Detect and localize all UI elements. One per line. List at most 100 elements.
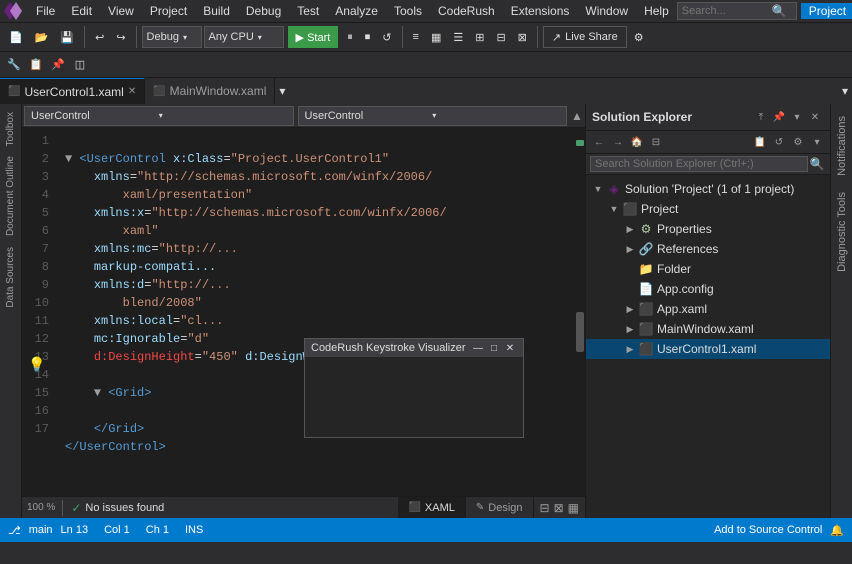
se-search-row: 🔍 [586,154,830,175]
toolbar-btn2[interactable]: ▦ [426,25,446,49]
menu-analyze[interactable]: Analyze [327,2,386,20]
se-titlebar: Solution Explorer ⤒ 📌 ▾ ✕ [586,104,830,131]
tab-label-2: MainWindow.xaml [170,84,267,98]
se-close-button[interactable]: ✕ [806,108,824,126]
source-control-label[interactable]: Add to Source Control [714,524,822,536]
document-outline-icon[interactable]: Document Outline [3,152,18,240]
tab-usercontrol1[interactable]: ⬛ UserControl1.xaml ✕ [0,78,145,104]
tab-xaml[interactable]: ⬛ XAML [398,497,465,519]
project-badge: Project [801,3,852,19]
menu-build[interactable]: Build [195,2,238,20]
redo-button[interactable]: ↪ [111,25,130,49]
notifications-label[interactable]: Notifications [834,108,850,184]
tree-references[interactable]: ▶ 🔗 References [586,239,830,259]
pause-button[interactable]: ⏸ [342,25,358,49]
start-button[interactable]: ▶ Start [288,26,339,48]
class-dropdown-value: UserControl [31,110,159,122]
split-horizontal-button[interactable]: ⊟ [540,501,550,515]
tab-mainwindow[interactable]: ⬛ MainWindow.xaml [145,78,275,104]
menu-window[interactable]: Window [577,2,636,20]
tree-project[interactable]: ▼ ⬛ Project [586,199,830,219]
vertical-scrollbar[interactable] [575,128,585,496]
properties-button[interactable]: 📋 [26,55,46,75]
menu-file[interactable]: File [28,2,63,20]
editor-collapse-button[interactable]: ▲ [569,109,585,123]
se-properties-button[interactable]: 📋 [751,133,769,151]
menu-debug[interactable]: Debug [238,2,289,20]
folder-label: Folder [657,262,691,276]
menu-test[interactable]: Test [289,2,327,20]
open-button[interactable]: 📂 [30,25,54,49]
toolbar-btn4[interactable]: ⊞ [470,25,489,49]
menu-project[interactable]: Project [142,2,195,20]
coderush-restore-button[interactable]: □ [487,341,501,355]
tab-design[interactable]: ✎ Design [466,497,534,519]
toolbar-btn5[interactable]: ⊟ [491,25,510,49]
se-options-button[interactable]: ▾ [788,108,806,126]
gutter-indicator: 💡 [28,356,45,373]
tree-folder[interactable]: 📁 Folder [586,259,830,279]
global-search-box[interactable]: 🔍 [677,2,797,20]
menu-tools[interactable]: Tools [386,2,430,20]
se-refresh-button[interactable]: ↺ [770,133,788,151]
debug-mode-dropdown[interactable]: Debug ▾ [142,26,202,48]
code-area: 12345 678910 1112131415 1617 ▼ <UserCont… [22,128,585,496]
se-filter-button[interactable]: ⊟ [647,133,665,151]
split-vertical-button[interactable]: ⊠ [554,501,564,515]
code-content[interactable]: ▼ <UserControl x:Class="Project.UserCont… [57,128,585,496]
restart-button[interactable]: ↺ [377,25,396,49]
appxaml-arrow: ▶ [622,304,638,315]
se-back-button[interactable]: ← [590,133,608,151]
menu-help[interactable]: Help [636,2,677,20]
new-project-button[interactable]: 📄 [4,25,28,49]
toolbar-btn1[interactable]: ≡ [408,25,424,49]
se-settings-button[interactable]: ⚙ [789,133,807,151]
align-button[interactable]: ◫ [70,55,90,75]
live-share-button[interactable]: ↗ Live Share [543,26,627,48]
layout-button[interactable]: ▦ [568,501,579,515]
tree-appxaml[interactable]: ▶ ⬛ App.xaml [586,299,830,319]
scroll-indicator-1 [576,140,584,146]
cpu-dropdown[interactable]: Any CPU ▾ [204,26,284,48]
se-pin-button[interactable]: 📌 [770,108,788,126]
stop-button[interactable]: ⏹ [360,25,376,49]
toolbox-button[interactable]: 🔧 [4,55,24,75]
se-more-button[interactable]: ▾ [808,133,826,151]
se-search-input[interactable] [590,156,808,172]
coderush-minimize-button[interactable]: — [471,341,485,355]
main-toolbar: 📄 📂 💾 ↩ ↪ Debug ▾ Any CPU ▾ ▶ Start ⏸ ⏹ … [0,22,852,52]
notification-bell-icon[interactable]: 🔔 [830,524,844,537]
tabs-scroll-button[interactable]: ▾ [275,78,289,104]
menu-edit[interactable]: Edit [63,2,100,20]
status-line: Ln 13 [61,524,89,536]
global-search-input[interactable] [682,5,772,17]
se-forward-button[interactable]: → [609,133,627,151]
separator2 [136,26,137,48]
menu-extensions[interactable]: Extensions [503,2,578,20]
class-dropdown[interactable]: UserControl ▾ [24,106,294,126]
data-sources-icon[interactable]: Data Sources [3,243,18,312]
toolbar-btn3[interactable]: ☰ [448,25,468,49]
tab-close-1[interactable]: ✕ [128,86,136,97]
save-button[interactable]: 💾 [55,25,79,49]
menu-coderush[interactable]: CodeRush [430,2,503,20]
member-dropdown[interactable]: UserControl ▾ [298,106,568,126]
se-collapse-button[interactable]: ⤒ [752,108,770,126]
scroll-thumb[interactable] [576,312,584,352]
tree-appconfig[interactable]: 📄 App.config [586,279,830,299]
settings-button[interactable]: ⚙ [629,25,649,49]
diagnostic-tools-label[interactable]: Diagnostic Tools [834,184,850,280]
toolbox-sidebar-icon[interactable]: Toolbox [3,108,18,150]
toolbar-btn6[interactable]: ⊠ [513,25,532,49]
snap-button[interactable]: 📌 [48,55,68,75]
tree-properties[interactable]: ▶ ⚙ Properties [586,219,830,239]
editor-tabs: ⬛ UserControl1.xaml ✕ ⬛ MainWindow.xaml … [0,78,852,104]
menu-view[interactable]: View [100,2,142,20]
undo-button[interactable]: ↩ [90,25,109,49]
coderush-close-button[interactable]: ✕ [503,341,517,355]
tree-solution[interactable]: ▼ ◈ Solution 'Project' (1 of 1 project) [586,179,830,199]
se-home-button[interactable]: 🏠 [628,133,646,151]
tree-mainwindow[interactable]: ▶ ⬛ MainWindow.xaml [586,319,830,339]
tab-collapse-button[interactable]: ▾ [838,78,852,104]
tree-usercontrol1[interactable]: ▶ ⬛ UserControl1.xaml [586,339,830,359]
